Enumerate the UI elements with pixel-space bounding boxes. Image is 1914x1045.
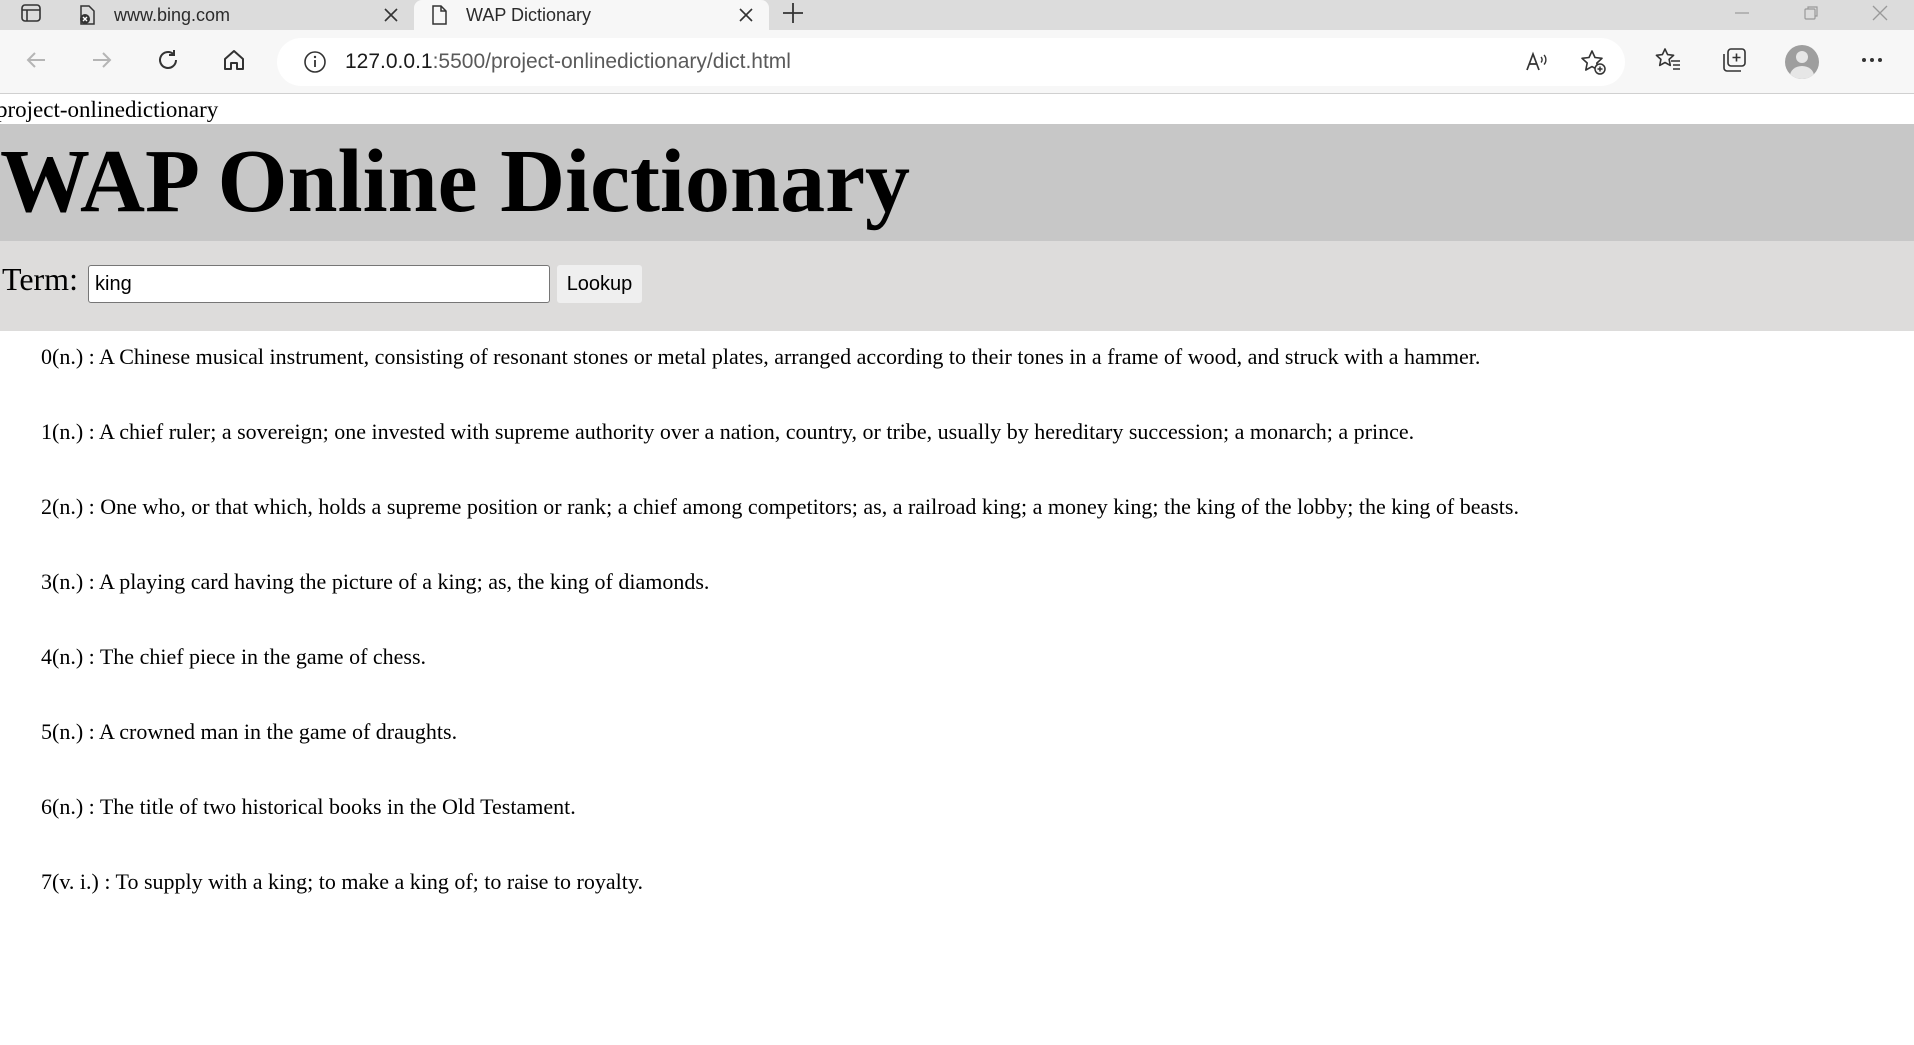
definition-item: 0(n.) : A Chinese musical instrument, co… [41,344,1481,369]
collections-icon [1720,46,1748,79]
refresh-icon [155,47,181,78]
definition-item: 3(n.) : A playing card having the pictur… [41,569,710,594]
collections-button[interactable] [1714,42,1754,82]
favorites-icon [1654,46,1682,79]
refresh-button[interactable] [148,42,188,82]
arrow-left-icon [24,48,48,77]
plus-icon [781,1,805,30]
definitions-list: 0(n.) : A Chinese musical instrument, co… [41,343,1901,943]
arrow-right-icon [90,48,114,77]
lookup-button[interactable]: Lookup [557,265,642,303]
term-input[interactable] [88,265,550,303]
more-icon [1860,48,1884,77]
globe-error-icon [76,4,98,26]
read-aloud-icon[interactable] [1517,42,1557,82]
definition-item: 2(n.) : One who, or that which, holds a … [41,494,1519,519]
term-label: Term: [2,261,78,297]
address-bar[interactable]: 127.0.0.1:5500/project-onlinedictionary/… [277,38,1625,86]
page-viewport: project-onlinedictionary WAP Online Dict… [0,95,1914,1045]
close-icon [1871,4,1889,27]
back-button[interactable] [16,42,56,82]
window-controls [1707,0,1914,30]
tab-actions-button[interactable] [0,0,62,30]
minimize-button[interactable] [1707,0,1776,30]
tab-wap-dictionary[interactable]: WAP Dictionary [414,0,769,30]
site-label: project-onlinedictionary [0,97,219,122]
page-icon [428,4,450,26]
close-window-button[interactable] [1845,0,1914,30]
avatar [1785,45,1819,79]
favorites-button[interactable] [1648,42,1688,82]
profile-button[interactable] [1782,42,1822,82]
tab-title: WAP Dictionary [466,4,592,25]
browser-toolbar: 127.0.0.1:5500/project-onlinedictionary/… [0,30,1914,94]
definition-item: 7(v. i.) : To supply with a king; to mak… [41,869,643,894]
restore-button[interactable] [1776,0,1845,30]
home-button[interactable] [214,42,254,82]
forward-button[interactable] [82,42,122,82]
definition-item: 5(n.) : A crowned man in the game of dra… [41,719,458,744]
url-text: 127.0.0.1:5500/project-onlinedictionary/… [345,50,791,74]
tab-bar: www.bing.com WAP Dictionary [0,0,1914,30]
add-favorite-icon[interactable] [1573,42,1613,82]
definition-item: 6(n.) : The title of two historical book… [41,794,576,819]
tab-bing[interactable]: www.bing.com [62,0,414,30]
restore-icon [1803,5,1819,26]
page-header: WAP Online Dictionary [0,124,1914,241]
more-button[interactable] [1852,42,1892,82]
definition-item: 4(n.) : The chief piece in the game of c… [41,644,427,669]
url-path: :5500/project-onlinedictionary/dict.html [432,50,791,73]
new-tab-button[interactable] [769,0,817,30]
url-host: 127.0.0.1 [345,50,433,73]
search-form: Term: Lookup [0,241,1914,331]
info-icon[interactable] [291,50,339,74]
tab-title: www.bing.com [114,4,231,25]
close-icon[interactable] [380,4,402,26]
minimize-icon [1734,5,1750,26]
tab-actions-icon [20,2,42,29]
close-icon[interactable] [735,4,757,26]
home-icon [221,47,247,78]
page-title: WAP Online Dictionary [0,132,911,231]
definition-item: 1(n.) : A chief ruler; a sovereign; one … [41,419,1415,444]
